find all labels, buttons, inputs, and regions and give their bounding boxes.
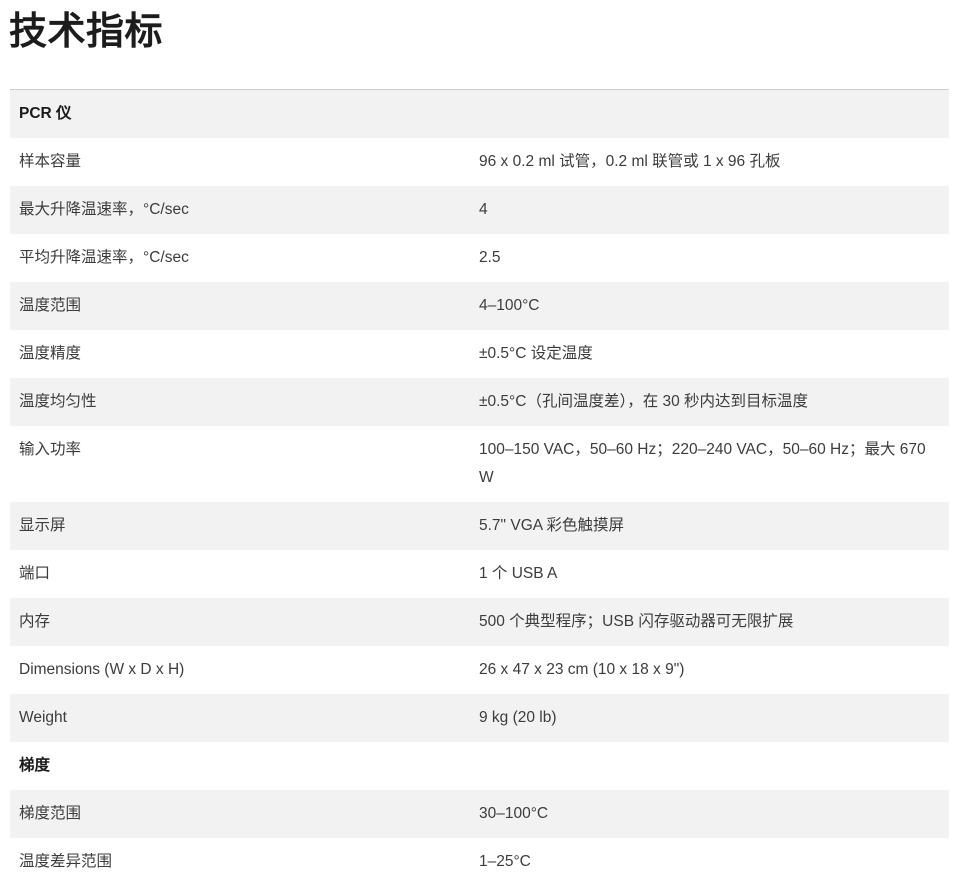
table-row: 温度均匀性 ±0.5°C（孔间温度差），在 30 秒内达到目标温度 [10, 378, 949, 426]
spec-value: 9 kg (20 lb) [479, 709, 557, 726]
spec-label: 温度范围 [19, 297, 82, 314]
spec-value: 5.7" VGA 彩色触摸屏 [479, 517, 625, 534]
spec-label: 样本容量 [19, 153, 82, 170]
spec-value: 4 [479, 201, 488, 218]
spec-value: ±0.5°C（孔间温度差），在 30 秒内达到目标温度 [479, 393, 809, 410]
spec-value: 26 x 47 x 23 cm (10 x 18 x 9") [479, 661, 685, 678]
section-header: 梯度 [10, 742, 949, 790]
spec-label: 最大升降温速率，°C/sec [19, 201, 189, 218]
table-row: 温度范围 4–100°C [10, 282, 949, 330]
table-row: 内存 500 个典型程序；USB 闪存驱动器可无限扩展 [10, 598, 949, 646]
spec-label: Weight [19, 709, 67, 726]
table-row: Weight 9 kg (20 lb) [10, 694, 949, 742]
table-row: 显示屏 5.7" VGA 彩色触摸屏 [10, 502, 949, 550]
spec-label: 平均升降温速率，°C/sec [19, 249, 189, 266]
section-header: PCR 仪 [10, 89, 949, 138]
table-row: Dimensions (W x D x H) 26 x 47 x 23 cm (… [10, 646, 949, 694]
spec-label: 温度均匀性 [19, 393, 97, 410]
spec-label: 梯度范围 [19, 805, 82, 822]
spec-table: PCR 仪 样本容量 96 x 0.2 ml 试管，0.2 ml 联管或 1 x… [10, 89, 949, 886]
table-row: 样本容量 96 x 0.2 ml 试管，0.2 ml 联管或 1 x 96 孔板 [10, 138, 949, 186]
table-row: 最大升降温速率，°C/sec 4 [10, 186, 949, 234]
spec-value: 4–100°C [479, 297, 540, 314]
table-row: 端口 1 个 USB A [10, 550, 949, 598]
spec-value: 500 个典型程序；USB 闪存驱动器可无限扩展 [479, 613, 794, 630]
spec-value: 1 个 USB A [479, 565, 558, 582]
table-row: 平均升降温速率，°C/sec 2.5 [10, 234, 949, 282]
table-row: 温度差异范围 1–25°C [10, 838, 949, 886]
spec-value: ±0.5°C 设定温度 [479, 345, 593, 362]
spec-label: 温度精度 [19, 345, 82, 362]
table-row: 输入功率 100–150 VAC，50–60 Hz；220–240 VAC，50… [10, 426, 949, 502]
spec-value: 2.5 [479, 249, 501, 266]
section-heading: 梯度 [19, 757, 51, 774]
spec-value: 30–100°C [479, 805, 549, 822]
page-title: 技术指标 [9, 11, 164, 53]
spec-value: 96 x 0.2 ml 试管，0.2 ml 联管或 1 x 96 孔板 [479, 153, 781, 170]
section-heading: PCR 仪 [19, 105, 72, 122]
spec-label: 显示屏 [19, 517, 66, 534]
spec-label: 内存 [19, 613, 51, 630]
spec-value: 1–25°C [479, 853, 531, 870]
spec-label: 温度差异范围 [19, 853, 113, 870]
spec-value: 100–150 VAC，50–60 Hz；220–240 VAC，50–60 H… [479, 441, 926, 486]
spec-label: Dimensions (W x D x H) [19, 661, 185, 678]
table-row: 温度精度 ±0.5°C 设定温度 [10, 330, 949, 378]
spec-label: 输入功率 [19, 441, 82, 458]
table-row: 梯度范围 30–100°C [10, 790, 949, 838]
spec-label: 端口 [19, 565, 51, 582]
